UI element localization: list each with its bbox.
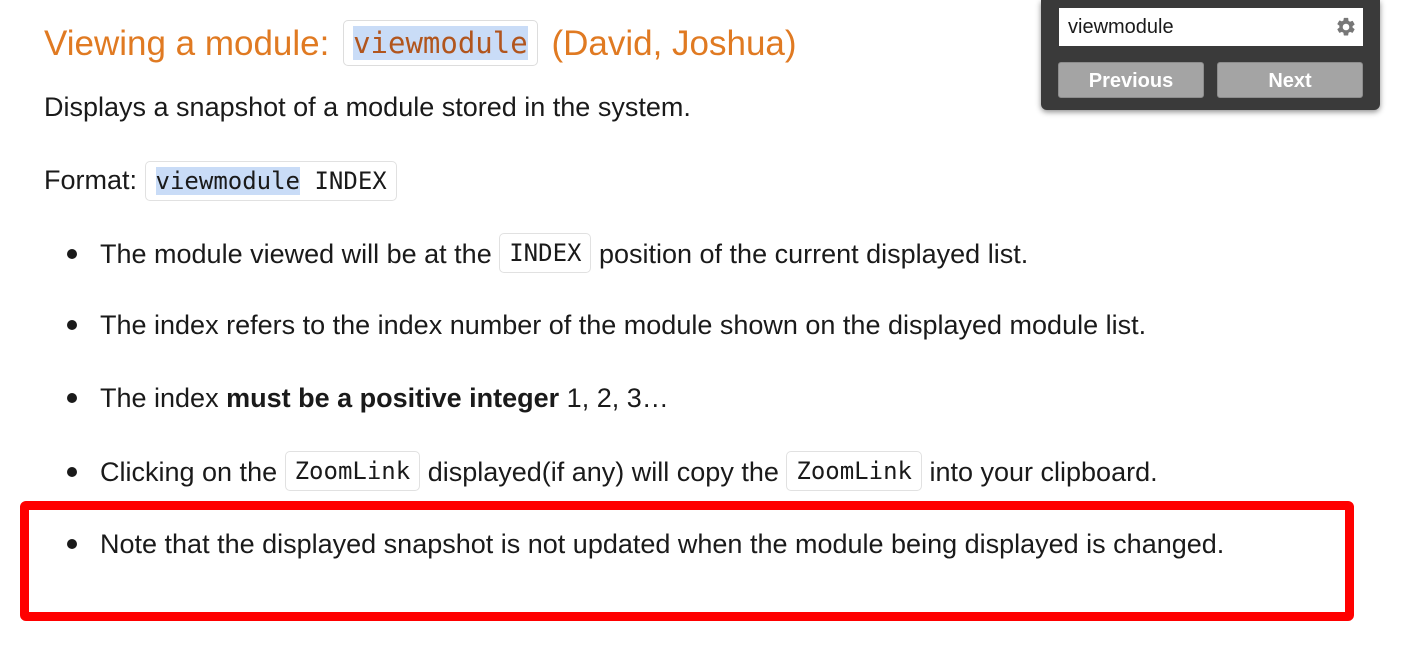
- list-item-text-before: Clicking on the: [100, 457, 285, 487]
- list-item-text: Clicking on the ZoomLink displayed(if an…: [100, 450, 1158, 494]
- list-item-text: The module viewed will be at the INDEX p…: [100, 232, 1028, 276]
- list-item-text-after: 1, 2, 3…: [559, 383, 669, 413]
- format-code: viewmodule INDEX: [144, 161, 397, 201]
- heading-authors: (David, Joshua): [551, 24, 797, 63]
- format-command-match: viewmodule: [155, 167, 301, 195]
- docs-page: Viewing a module: viewmodule (David, Jos…: [0, 0, 1402, 645]
- inline-code-zoomlink: ZoomLink: [786, 451, 922, 491]
- heading-command-match: viewmodule: [353, 26, 528, 60]
- list-item-text-before: The module viewed will be at the: [100, 239, 500, 269]
- section-heading: Viewing a module: viewmodule (David, Jos…: [44, 18, 797, 70]
- inline-code-zoomlink: ZoomLink: [284, 451, 421, 491]
- bullet-icon: [67, 320, 77, 330]
- bullet-icon: [67, 467, 77, 477]
- find-input[interactable]: [1059, 8, 1329, 46]
- format-label: Format:: [44, 165, 145, 195]
- format-argument: INDEX: [300, 167, 387, 195]
- format-line: Format: viewmodule INDEX: [44, 160, 397, 201]
- list-item-text-after: into your clipboard.: [921, 457, 1158, 487]
- list-item-text-after: position of the current displayed list.: [591, 239, 1029, 269]
- find-next-button[interactable]: Next: [1217, 62, 1363, 98]
- find-in-page-bar: Previous Next: [1041, 0, 1380, 110]
- find-previous-button[interactable]: Previous: [1058, 62, 1204, 98]
- find-input-container: [1059, 8, 1363, 46]
- command-description: Displays a snapshot of a module stored i…: [44, 92, 691, 122]
- list-item-text: The index must be a positive integer 1, …: [100, 376, 669, 420]
- bullet-icon: [67, 249, 77, 259]
- heading-command-code: viewmodule: [343, 20, 538, 66]
- list-item-bold-text: must be a positive integer: [226, 383, 560, 413]
- heading-prefix: Viewing a module:: [44, 24, 340, 63]
- bullet-icon: [67, 393, 77, 403]
- list-item-text-middle: displayed(if any) will copy the: [420, 457, 787, 487]
- list-item-text: The index refers to the index number of …: [100, 310, 1147, 340]
- list-item-text-before: The index: [100, 383, 227, 413]
- gear-icon[interactable]: [1335, 16, 1357, 38]
- annotation-highlight-box: [20, 501, 1354, 621]
- inline-code-index: INDEX: [499, 233, 592, 273]
